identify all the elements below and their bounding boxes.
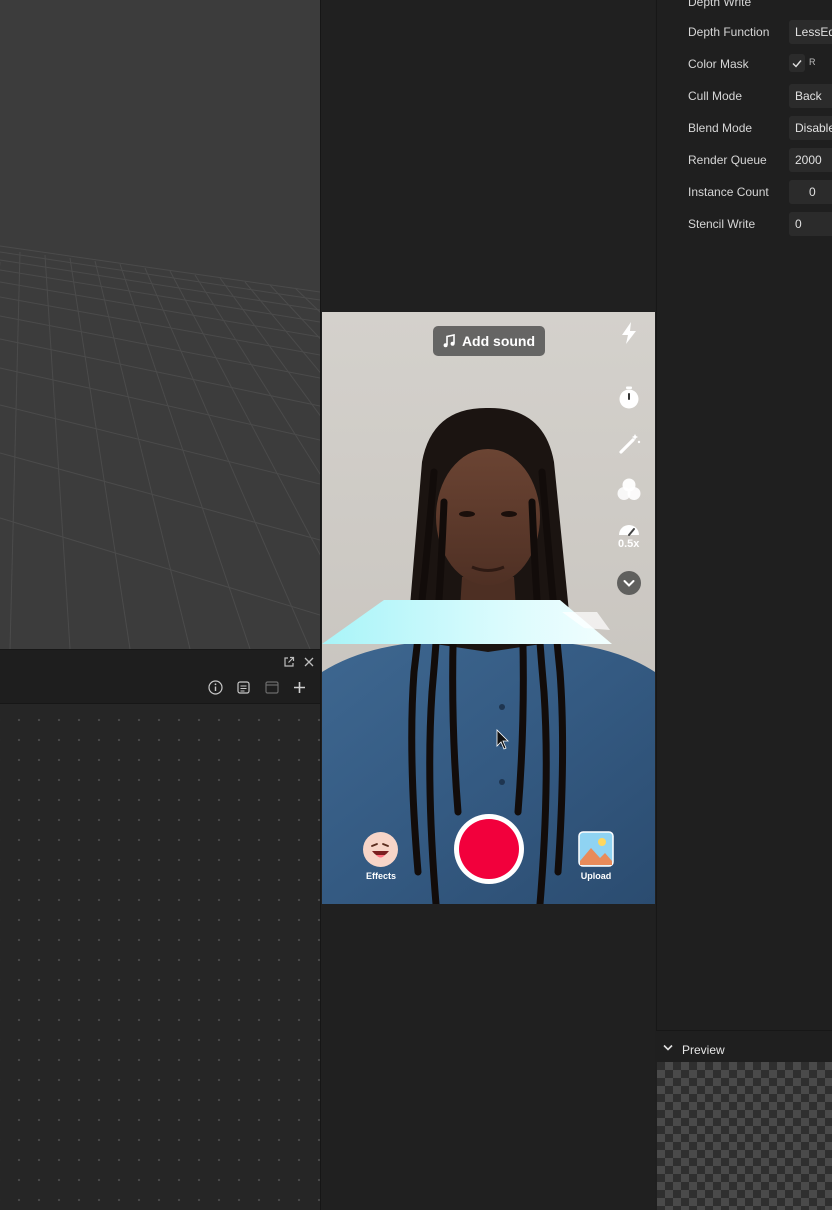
prop-label: Render Queue xyxy=(688,153,767,167)
perspective-grid xyxy=(0,245,320,649)
upload-label: Upload xyxy=(580,871,612,881)
info-icon[interactable] xyxy=(208,680,223,695)
prop-cull-mode: Cull Mode Back xyxy=(688,84,832,108)
prop-label: Cull Mode xyxy=(688,89,743,103)
prop-instance-count: Instance Count 0 xyxy=(688,180,832,204)
add-sound-button[interactable]: Add sound xyxy=(433,326,545,356)
close-icon[interactable] xyxy=(304,657,314,667)
instance-count-input[interactable]: 0 xyxy=(789,180,832,204)
record-button[interactable] xyxy=(454,814,524,884)
effects-icon[interactable] xyxy=(362,831,399,868)
flash-icon[interactable] xyxy=(614,318,644,348)
panel-header-strip xyxy=(0,649,320,674)
prop-label: Blend Mode xyxy=(688,121,753,135)
prop-depth-function: Depth Function LessEqu xyxy=(688,20,832,44)
bottom-panel xyxy=(0,649,320,1210)
speed-label: 0.5x xyxy=(618,538,640,550)
chevron-down-icon xyxy=(663,1044,673,1051)
node-graph-canvas[interactable] xyxy=(0,704,320,1210)
stencil-write-input[interactable]: 0 xyxy=(789,212,832,236)
blend-mode-dropdown[interactable]: Disable xyxy=(789,116,832,140)
panel-toolbar xyxy=(0,673,320,704)
filters-icon[interactable] xyxy=(614,475,644,505)
checkmark-icon xyxy=(792,60,802,68)
prop-label: Stencil Write xyxy=(688,217,756,231)
preview-canvas xyxy=(657,1062,832,1210)
prop-label: Depth Write xyxy=(688,0,752,9)
timer-icon[interactable] xyxy=(614,383,644,413)
add-icon[interactable] xyxy=(293,681,306,694)
depth-function-dropdown[interactable]: LessEqu xyxy=(789,20,832,44)
chevron-down-icon[interactable] xyxy=(614,568,644,598)
prop-label: Depth Function xyxy=(688,25,770,39)
prop-stencil-write: Stencil Write 0 xyxy=(688,212,832,236)
color-mask-checkbox[interactable] xyxy=(789,54,805,72)
prop-depth-write: Depth Write xyxy=(688,0,832,14)
window-icon[interactable] xyxy=(265,681,279,694)
scene-viewport[interactable] xyxy=(0,0,320,649)
add-sound-label: Add sound xyxy=(461,333,536,349)
record-button-inner xyxy=(459,819,519,879)
document-icon[interactable] xyxy=(237,681,250,694)
upload-icon[interactable] xyxy=(578,831,614,867)
effects-label: Effects xyxy=(365,871,396,881)
magic-wand-icon[interactable] xyxy=(614,429,644,459)
phone-camera-preview[interactable]: Add sound 0.5x Effects Upload xyxy=(322,312,655,904)
inspector-panel: Depth Write Depth Function LessEqu Color… xyxy=(656,0,832,1030)
cull-mode-dropdown[interactable]: Back xyxy=(789,84,832,108)
prop-color-mask: Color Mask R xyxy=(688,54,832,76)
prop-label: Instance Count xyxy=(688,185,769,199)
music-note-icon xyxy=(443,334,455,348)
popout-icon[interactable] xyxy=(283,656,295,668)
preview-section-header[interactable]: Preview xyxy=(656,1030,832,1063)
prop-label: Color Mask xyxy=(688,57,749,71)
preview-title: Preview xyxy=(682,1043,725,1057)
prop-blend-mode: Blend Mode Disable xyxy=(688,116,832,140)
render-queue-input[interactable]: 2000 xyxy=(789,148,832,172)
color-mask-channel-label: R xyxy=(809,57,816,67)
prop-render-queue: Render Queue 2000 xyxy=(688,148,832,172)
